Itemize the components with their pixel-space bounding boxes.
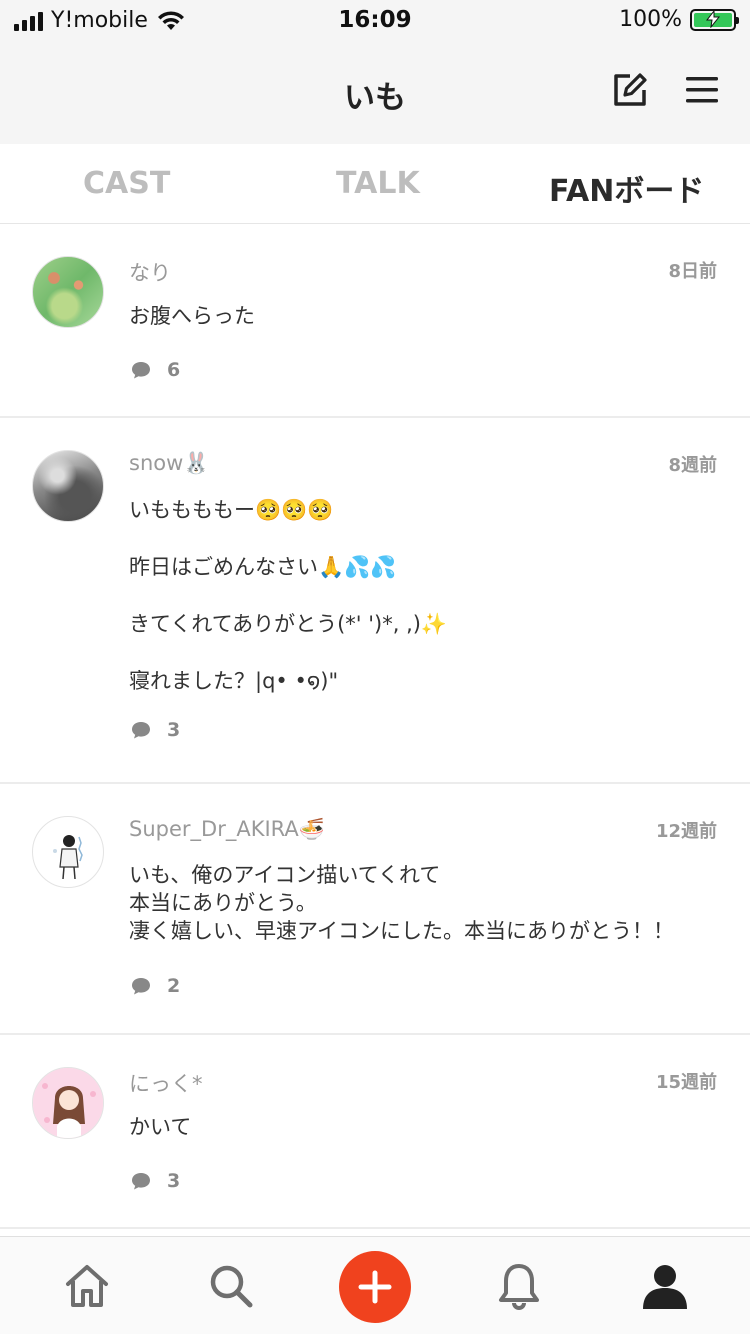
comment-icon xyxy=(132,1173,150,1190)
app-header: いも xyxy=(0,42,750,144)
comment-icon xyxy=(132,362,150,379)
list-item[interactable]: Super_Dr_AKIRA🍜 12週前 いも、俺のアイコン描いてくれて 本当に… xyxy=(0,784,750,1035)
avatar[interactable] xyxy=(32,1067,104,1139)
tab-fan-board[interactable]: FANボード xyxy=(549,166,704,210)
list-item[interactable]: snow🐰 8週前 いももももー🥺🥺🥺 昨日はごめんなさい🙏💦💦 きてくれてあり… xyxy=(0,418,750,784)
avatar[interactable] xyxy=(32,816,104,888)
edit-icon[interactable] xyxy=(610,70,650,110)
post-time: 8日前 xyxy=(668,261,717,282)
post-time: 12週前 xyxy=(655,821,717,842)
post-author[interactable]: なり xyxy=(129,257,171,287)
charging-bolt-icon xyxy=(705,9,721,28)
status-bar: Y!mobile 16:09 100% xyxy=(0,0,750,42)
bell-icon[interactable] xyxy=(494,1261,544,1311)
search-icon[interactable] xyxy=(206,1261,256,1311)
add-post-button[interactable] xyxy=(339,1251,411,1323)
tab-talk[interactable]: TALK xyxy=(336,166,420,201)
avatar-drawing xyxy=(33,1068,103,1138)
post-body: かいて xyxy=(129,1115,192,1139)
avatar[interactable] xyxy=(32,450,104,522)
post-list: なり 8日前 お腹へらった 6 snow🐰 8週前 いももももー🥺🥺🥺 昨日はご… xyxy=(0,224,750,1229)
post-author[interactable]: にっく* xyxy=(129,1068,203,1098)
comment-count[interactable]: 3 xyxy=(131,719,180,741)
post-time: 15週前 xyxy=(655,1072,717,1093)
comment-count-value: 2 xyxy=(167,975,181,997)
tab-bar: CAST TALK FANボード xyxy=(0,144,750,224)
comment-count-value: 3 xyxy=(167,719,181,741)
post-time: 8週前 xyxy=(668,455,717,476)
comment-count-value: 3 xyxy=(167,1170,181,1192)
battery-icon xyxy=(690,8,739,31)
post-body: いももももー🥺🥺🥺 昨日はごめんなさい🙏💦💦 きてくれてありがとう(*' ')*… xyxy=(129,498,448,693)
comment-icon xyxy=(132,978,150,995)
comment-count[interactable]: 6 xyxy=(131,359,180,381)
list-item[interactable]: なり 8日前 お腹へらった 6 xyxy=(0,224,750,418)
avatar[interactable] xyxy=(32,256,104,328)
post-body: いも、俺のアイコン描いてくれて 本当にありがとう。 凄く嬉しい、早速アイコンにし… xyxy=(129,863,674,943)
post-body: お腹へらった xyxy=(129,304,255,328)
post-author[interactable]: snow🐰 xyxy=(129,451,209,476)
profile-icon[interactable] xyxy=(640,1261,690,1311)
avatar-drawing xyxy=(53,835,83,880)
bottom-nav xyxy=(0,1236,750,1334)
list-item[interactable]: にっく* 15週前 かいて 3 xyxy=(0,1035,750,1229)
fan-board-screen: Y!mobile 16:09 100% いも CAST TALK FANボード … xyxy=(0,0,750,1334)
status-right: 100% xyxy=(619,7,739,32)
add-icon xyxy=(358,1270,392,1304)
comment-icon xyxy=(132,722,150,739)
comment-count-value: 6 xyxy=(167,359,181,381)
home-icon[interactable] xyxy=(62,1261,112,1311)
post-author[interactable]: Super_Dr_AKIRA🍜 xyxy=(129,817,325,842)
comment-count[interactable]: 3 xyxy=(131,1170,180,1192)
comment-count[interactable]: 2 xyxy=(131,975,180,997)
battery-percent: 100% xyxy=(619,7,682,32)
menu-icon[interactable] xyxy=(682,70,722,110)
tab-cast[interactable]: CAST xyxy=(83,166,170,201)
